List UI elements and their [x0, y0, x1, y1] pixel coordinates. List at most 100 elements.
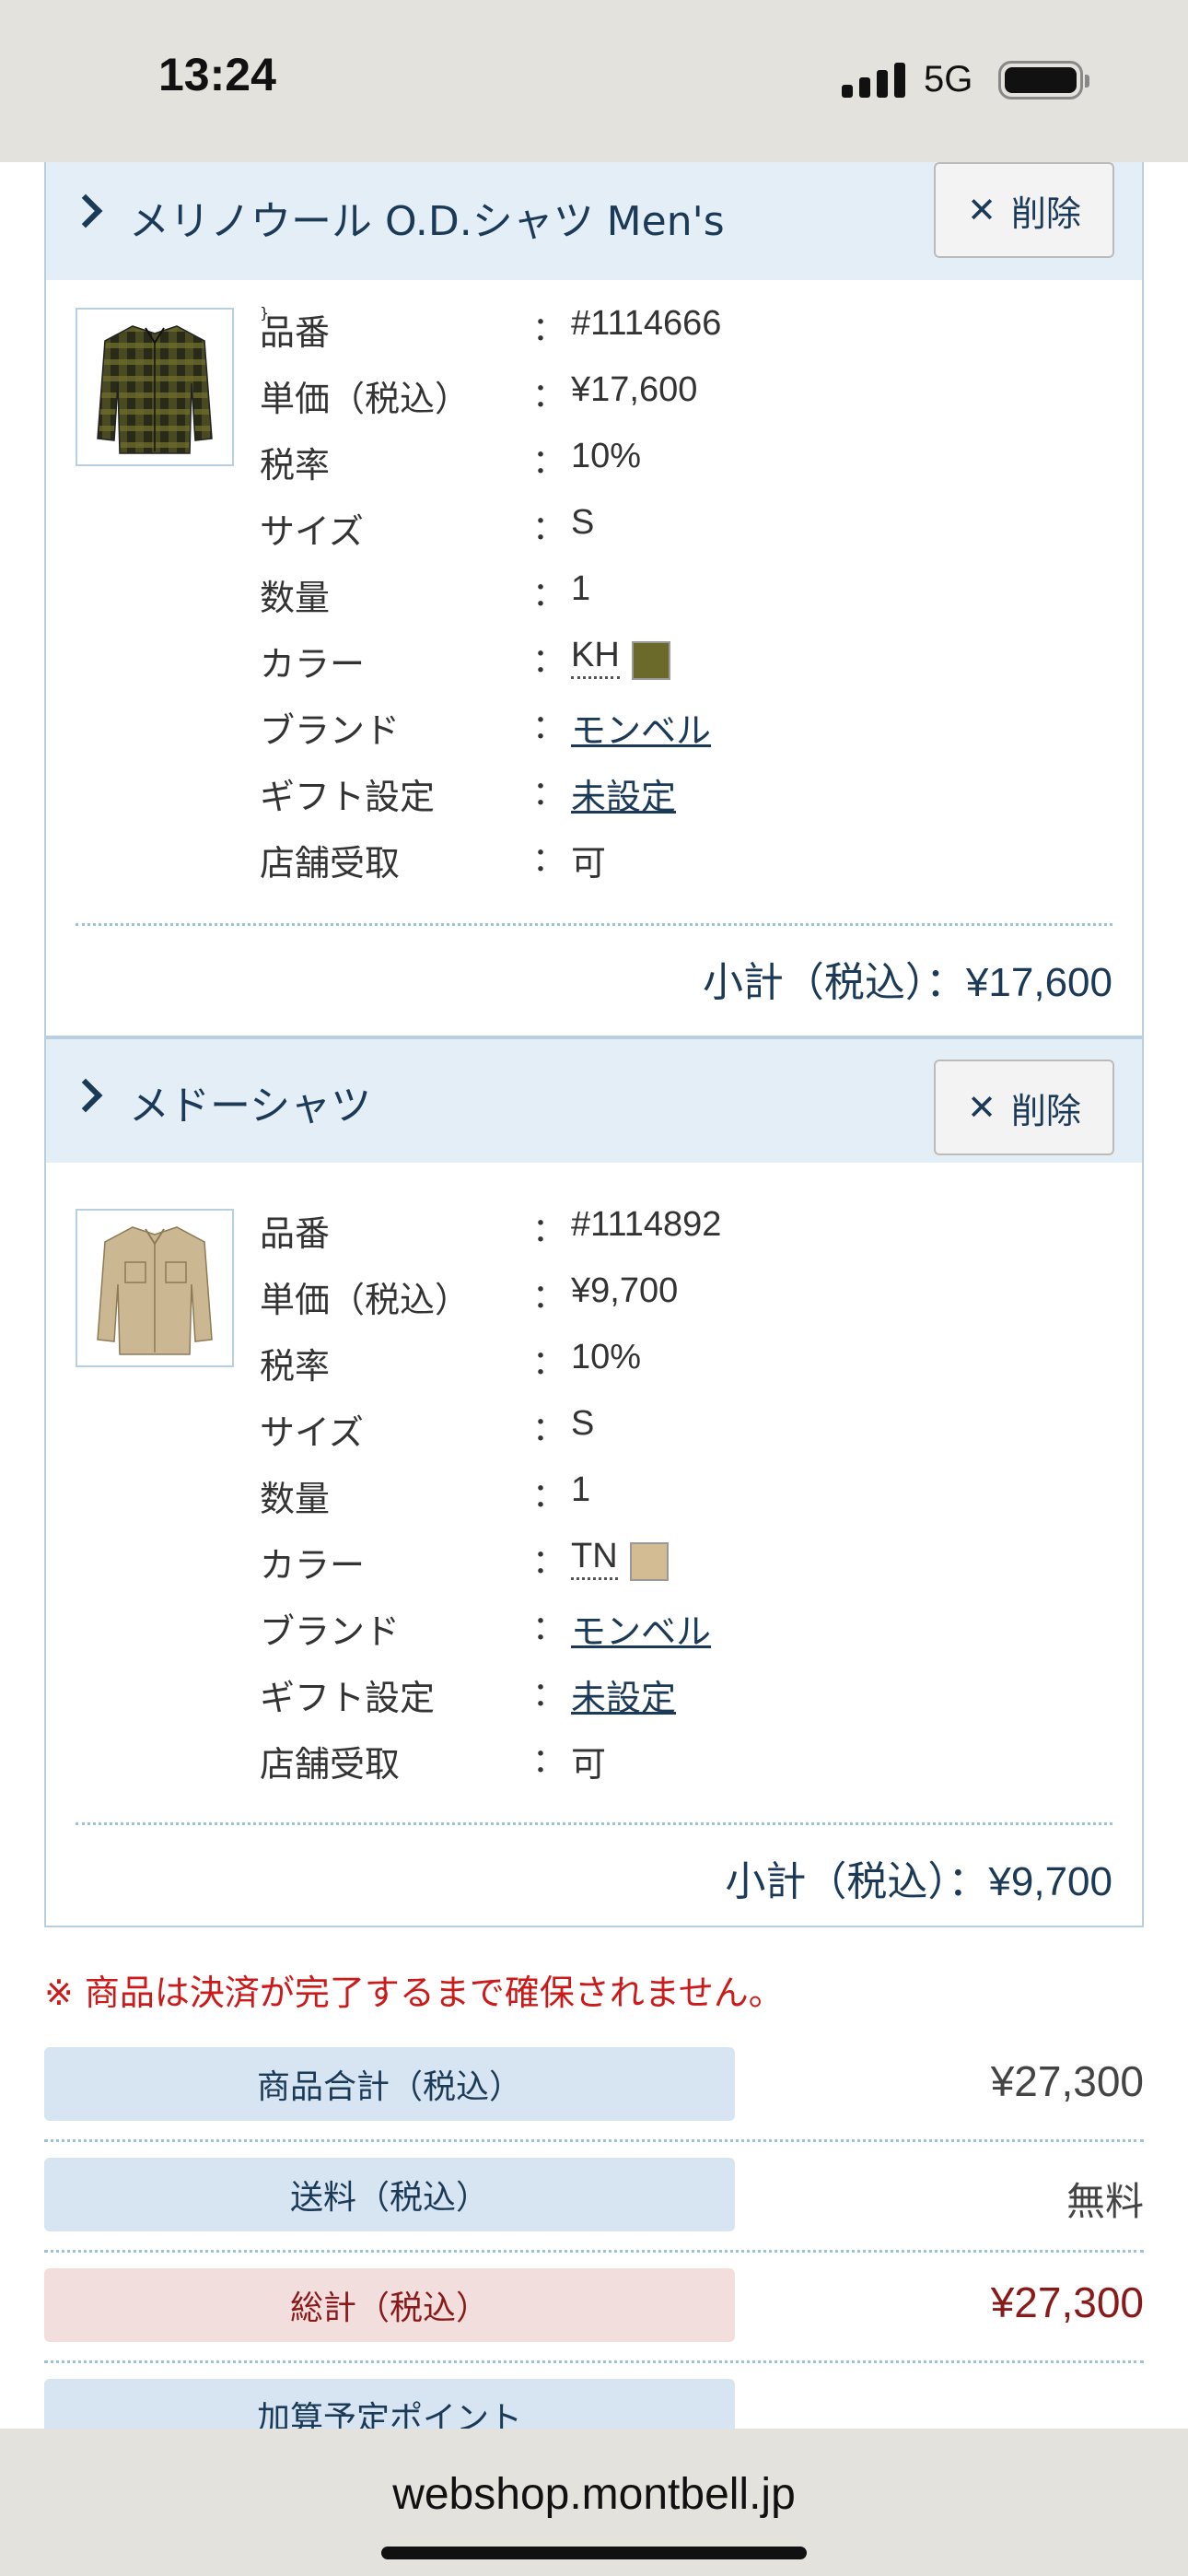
- spec-row-brand: ブランド ： モンベル: [260, 1603, 1089, 1655]
- spec-label: ブランド: [260, 1611, 401, 1652]
- item-title[interactable]: メリノウール O.D.シャツ Men's: [129, 188, 725, 247]
- total-label-shipping: 送料（税込）: [44, 2158, 735, 2231]
- spec-row-product-code: 品番 ： #1114666: [260, 304, 1089, 356]
- spec-value-unit-price: ¥17,600: [571, 370, 698, 409]
- delete-button[interactable]: ✕ 削除: [934, 1060, 1114, 1155]
- subtotal-label: 小計（税込）: [702, 959, 926, 1006]
- subtotal-label: 小計（税込）: [725, 1858, 949, 1905]
- spec-value-quantity: 1: [571, 1470, 591, 1509]
- total-label-grand-total: 総計（税込）: [44, 2268, 735, 2342]
- spec-label: 税率: [260, 1346, 331, 1387]
- brand-link[interactable]: モンベル: [571, 1603, 711, 1654]
- spec-row-quantity: 数量 ： 1: [260, 1470, 1089, 1522]
- spec-colon: ：: [532, 377, 566, 415]
- spec-colon: ：: [532, 1477, 566, 1515]
- spec-colon: ：: [532, 642, 566, 680]
- spec-colon: ：: [532, 775, 566, 813]
- spec-label: 品番: [260, 312, 331, 353]
- cart-item-header[interactable]: メリノウール O.D.シャツ Men's ✕ 削除: [46, 162, 1142, 280]
- spec-row-size: サイズ ： S: [260, 503, 1089, 555]
- spec-colon: ：: [532, 576, 566, 614]
- spec-row-brand: ブランド ： モンベル: [260, 702, 1089, 754]
- total-row-points: 加算予定ポイント: [44, 2379, 1144, 2429]
- spec-value-color-code[interactable]: KH: [571, 636, 620, 679]
- spec-value-size: S: [571, 1404, 595, 1443]
- spec-colon: ：: [532, 708, 566, 746]
- spec-row-tax-rate: 税率 ： 10%: [260, 437, 1089, 488]
- url-label[interactable]: webshop.montbell.jp: [0, 2469, 1188, 2520]
- spec-colon: ：: [532, 1411, 566, 1448]
- spec-row-tax-rate: 税率 ： 10%: [260, 1338, 1089, 1389]
- divider: [44, 2139, 1144, 2142]
- spec-colon: ：: [532, 1344, 566, 1382]
- delete-label: 削除: [1010, 1090, 1081, 1131]
- spec-row-product-code: 品番 ： #1114892: [260, 1205, 1089, 1257]
- divider: [44, 2250, 1144, 2253]
- subtotal-value: ：¥9,700: [948, 1859, 1112, 1904]
- item-subtotal: 小計（税込）：¥9,700: [725, 1848, 1112, 1907]
- item-subtotal: 小計（税込）：¥17,600: [703, 949, 1112, 1008]
- spec-label: ギフト設定: [260, 777, 436, 817]
- spec-label: ブランド: [260, 710, 401, 751]
- cart-page: メリノウール O.D.シャツ Men's ✕ 削除 品番 ： #1114666 …: [0, 162, 1188, 2429]
- browser-address-bar: webshop.montbell.jp: [0, 2429, 1188, 2576]
- total-value-shipping: 無料: [1066, 2179, 1144, 2224]
- spec-label: カラー: [260, 1545, 366, 1586]
- spec-label: 店舗受取: [260, 1744, 401, 1785]
- spec-label: カラー: [260, 644, 366, 685]
- close-icon: ✕: [967, 190, 996, 230]
- spec-row-unit-price: 単価（税込） ： ¥9,700: [260, 1271, 1089, 1323]
- product-image[interactable]: [76, 1209, 234, 1367]
- cart-item: メドーシャツ ✕ 削除 品番 ： #1114892 単価（税込） ： ¥9,70…: [44, 1037, 1144, 1927]
- spec-colon: ：: [532, 1278, 566, 1316]
- chevron-right-icon: [68, 1078, 103, 1113]
- chevron-right-icon: [68, 193, 103, 228]
- gift-setting-link[interactable]: 未設定: [571, 768, 676, 819]
- spec-label: ギフト設定: [260, 1678, 436, 1718]
- spec-value-size: S: [571, 503, 595, 542]
- product-image[interactable]: [76, 308, 234, 466]
- spec-value-tax-rate: 10%: [571, 1338, 642, 1376]
- cart-item: メリノウール O.D.シャツ Men's ✕ 削除 品番 ： #1114666 …: [44, 162, 1144, 1037]
- total-row-grand-total: 総計（税込） ¥27,300: [44, 2268, 1144, 2377]
- total-value-grand-total: ¥27,300: [990, 2278, 1144, 2326]
- spec-row-pickup: 店舗受取 ： 可: [260, 835, 1089, 886]
- battery-icon: [998, 61, 1089, 100]
- spec-value-color-code[interactable]: TN: [571, 1537, 618, 1580]
- subtotal-value: ：¥17,600: [925, 960, 1112, 1005]
- delete-button[interactable]: ✕ 削除: [934, 162, 1114, 258]
- gift-setting-link[interactable]: 未設定: [571, 1669, 676, 1720]
- status-time: 13:24: [158, 49, 276, 100]
- spec-label: サイズ: [260, 1412, 364, 1453]
- total-value-merchandise: ¥27,300: [990, 2057, 1144, 2105]
- spec-row-color: カラー ： KH: [260, 636, 1089, 687]
- spec-colon: ：: [532, 310, 566, 348]
- spec-value-product-code: #1114892: [571, 1205, 722, 1244]
- divider: [44, 2360, 1144, 2363]
- spec-label: 単価（税込）: [260, 1280, 471, 1320]
- status-bar: 13:24 5G: [0, 0, 1188, 162]
- item-specs: 品番 ： #1114666 単価（税込） ： ¥17,600 税率 ： 10% …: [260, 304, 721, 884]
- spec-label: サイズ: [260, 511, 364, 552]
- brand-link[interactable]: モンベル: [571, 702, 711, 753]
- spec-value-product-code: #1114666: [571, 304, 722, 343]
- spec-value-pickup: 可: [571, 843, 607, 884]
- spec-colon: ：: [532, 1543, 566, 1581]
- spec-colon: ：: [532, 1610, 566, 1647]
- spec-row-color: カラー ： TN: [260, 1537, 1089, 1588]
- spec-value-quantity: 1: [571, 569, 591, 608]
- spec-label: 数量: [260, 1479, 331, 1519]
- spec-colon: ：: [532, 1742, 566, 1780]
- item-title[interactable]: メドーシャツ: [129, 1072, 371, 1131]
- spec-row-unit-price: 単価（税込） ： ¥17,600: [260, 370, 1089, 422]
- spec-label: 品番: [260, 1213, 331, 1254]
- checked-shirt-icon: [97, 325, 213, 454]
- spec-row-pickup: 店舗受取 ： 可: [260, 1736, 1089, 1787]
- spec-label: 数量: [260, 578, 331, 618]
- total-row-shipping: 送料（税込） 無料: [44, 2158, 1144, 2266]
- spec-value-unit-price: ¥9,700: [571, 1271, 679, 1310]
- spec-row-size: サイズ ： S: [260, 1404, 1089, 1456]
- delete-label: 削除: [1010, 193, 1081, 234]
- home-indicator[interactable]: [381, 2547, 807, 2559]
- cart-item-header[interactable]: メドーシャツ ✕ 削除: [46, 1039, 1142, 1163]
